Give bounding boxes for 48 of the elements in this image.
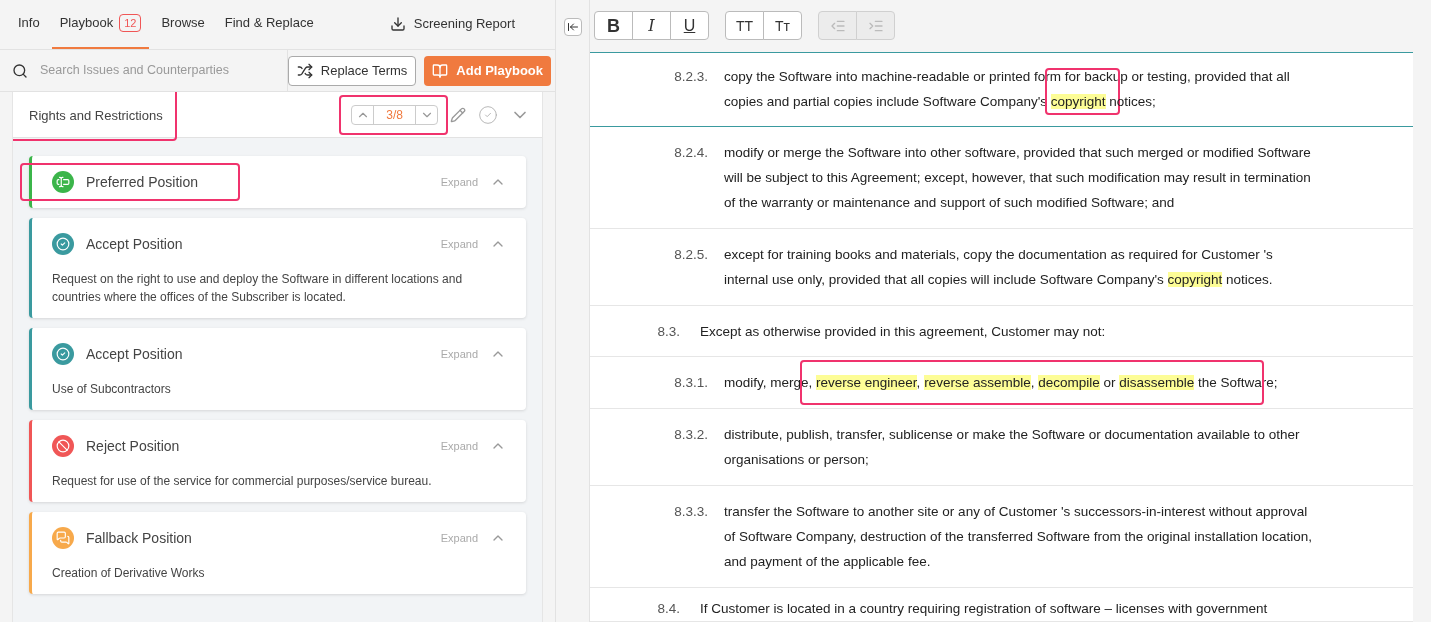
pencil-icon	[450, 106, 466, 123]
clause-number: 8.3.	[656, 323, 681, 341]
download-icon	[389, 16, 406, 32]
upper-button[interactable]: TT	[725, 11, 764, 40]
screening-report-button[interactable]: Screening Report	[373, 0, 531, 49]
position-description: Use of Subcontractors	[52, 381, 172, 398]
section-title: Rights and Restrictions	[29, 107, 163, 123]
book-icon	[432, 62, 449, 79]
position-title: Accept Position	[86, 344, 183, 364]
position-title: Preferred Position	[86, 172, 199, 192]
clause-number: 8.3.2.	[673, 426, 709, 444]
position-title: Fallback Position	[86, 528, 192, 548]
italic-button[interactable]: I	[632, 11, 671, 40]
clause-number: 8.4.	[656, 600, 681, 618]
smallcaps-button[interactable]: Tᴛ	[763, 11, 802, 40]
bold-button[interactable]: B	[594, 11, 633, 40]
tab[interactable]: Info	[10, 0, 48, 49]
clause-text: modify or merge the Software into other software, provided that such merged or modified Software will be subject to this Agreement; except, however, that such modification may result in termination of the warranty or maintenance and support of such modified Software; and	[724, 144, 1312, 212]
position-title: Accept Position	[86, 234, 183, 254]
collapse-panel-button[interactable]	[563, 18, 582, 36]
clause-number: 8.2.3.	[673, 68, 709, 86]
issue-counter: 3/8	[385, 106, 404, 124]
edit-button[interactable]	[450, 106, 466, 123]
resolve-button[interactable]	[478, 104, 498, 125]
position-description: Request for use of the service for commercial purposes/service bureau.	[52, 473, 433, 490]
position-description: Creation of Derivative Works	[52, 565, 206, 582]
position-title: Reject Position	[86, 436, 180, 456]
tab[interactable]: Browse	[153, 0, 213, 49]
check-icon	[478, 104, 498, 125]
clause-text: Except as otherwise provided in this agreement, Customer may not:	[700, 323, 1107, 341]
search-field[interactable]: Search Issues and Counterparties	[40, 61, 275, 80]
clause-text: except for training books and materials, copy the documentation as required for Customer 's internal use only, provided that all copies will include Software Company's copyright notices.	[724, 246, 1274, 289]
search-icon	[12, 62, 28, 79]
clause-text: If Customer is located in a country requiring registration of software – licenses with government	[700, 600, 1269, 618]
count-badge: 12	[119, 14, 142, 32]
clause-number: 8.2.5.	[673, 246, 709, 264]
underline-button[interactable]: U	[670, 11, 709, 40]
clause-number: 8.3.1.	[673, 374, 709, 392]
clause-number: 8.3.3.	[673, 503, 709, 521]
tab[interactable]: Find & Replace	[216, 0, 322, 49]
clause-text: distribute, publish, transfer, sublicense or make the Software or documentation available to other organisations or person;	[724, 426, 1301, 469]
replace-terms-button[interactable]: Replace Terms	[287, 55, 417, 86]
shuffle-icon	[296, 62, 313, 79]
clause-number: 8.2.4.	[673, 144, 709, 162]
collapse-icon	[566, 21, 579, 33]
tab[interactable]: Playbook 12	[51, 0, 150, 49]
clause-text: transfer the Software to another site or any of Customer 's successors-in-interest without approval of Software Company, destruction of the transferred Software from the original installation location, and payment of the applicable fee.	[724, 503, 1314, 571]
position-description: Request on the right to use and deploy the Software in different locations and countries where the offices of the Subscriber is located.	[52, 271, 464, 306]
